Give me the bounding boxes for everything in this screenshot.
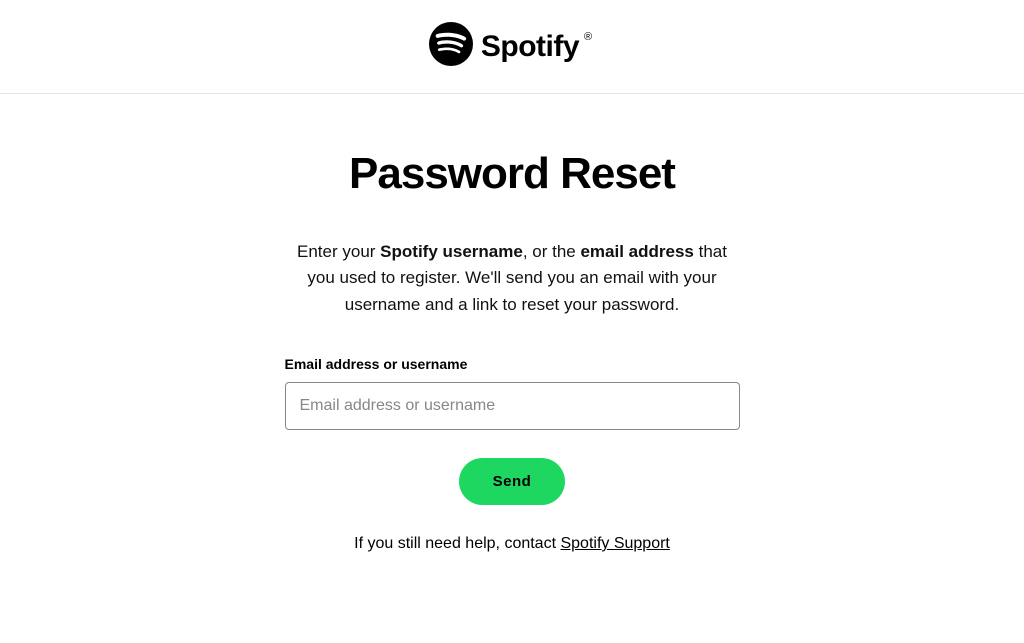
button-row: Send <box>285 458 740 505</box>
email-username-input[interactable] <box>285 382 740 430</box>
input-label: Email address or username <box>285 356 740 372</box>
send-button[interactable]: Send <box>459 458 566 505</box>
registered-mark: ® <box>584 31 592 43</box>
page-description: Enter your Spotify username, or the emai… <box>285 239 740 318</box>
brand-name: Spotify <box>481 30 579 64</box>
reset-form: Email address or username Send <box>285 356 740 505</box>
page-title: Password Reset <box>285 149 740 199</box>
header: Spotify ® <box>0 0 1024 94</box>
support-link[interactable]: Spotify Support <box>560 535 669 552</box>
spotify-logo[interactable]: Spotify ® <box>429 22 595 71</box>
help-text: If you still need help, contact Spotify … <box>285 535 740 553</box>
spotify-icon <box>429 22 473 71</box>
main-content: Password Reset Enter your Spotify userna… <box>275 149 750 553</box>
